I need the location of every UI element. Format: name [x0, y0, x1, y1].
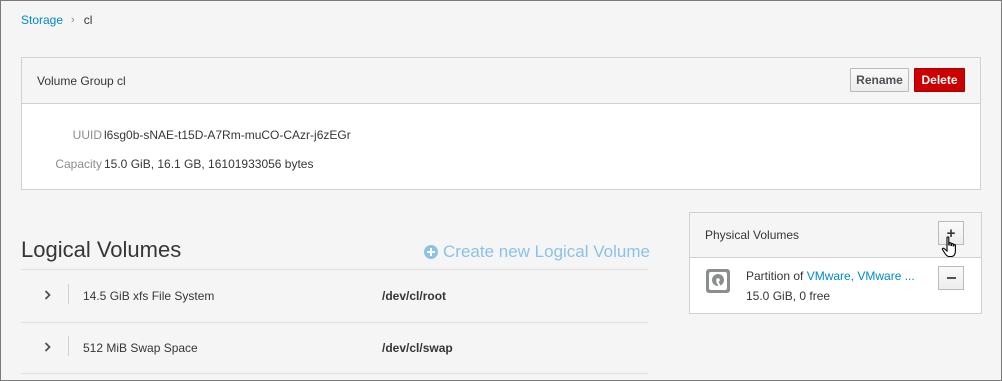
logical-volume-row[interactable]: 512 MiB Swap Space /dev/cl/swap: [21, 322, 648, 374]
uuid-value: l6sg0b-sNAE-t15D-A7Rm-muCO-CAzr-j6zEGr: [104, 128, 351, 142]
logical-volume-description: 512 MiB Swap Space: [83, 341, 198, 355]
create-logical-volume-link[interactable]: Create new Logical Volume: [424, 242, 650, 262]
volume-group-panel: Volume Group cl Rename Delete UUID l6sg0…: [21, 57, 981, 190]
physical-volume-size: 15.0 GiB, 0 free: [746, 289, 831, 303]
remove-physical-volume-button[interactable]: [938, 266, 964, 290]
logical-volume-row[interactable]: 14.5 GiB xfs File System /dev/cl/root: [21, 270, 648, 322]
add-physical-volume-button[interactable]: +: [938, 221, 964, 245]
logical-volume-device: /dev/cl/swap: [382, 341, 453, 355]
rename-button[interactable]: Rename: [850, 68, 909, 92]
logical-volume-description: 14.5 GiB xfs File System: [83, 289, 215, 303]
breadcrumb-separator: ›: [71, 14, 75, 26]
physical-volumes-header: Physical Volumes +: [690, 213, 981, 258]
minus-icon: [946, 277, 956, 279]
lv-divider: [21, 373, 648, 374]
delete-button[interactable]: Delete: [914, 68, 965, 92]
row-separator: [68, 284, 69, 304]
physical-volume-item: Partition of VMware, VMware ... 15.0 GiB…: [690, 258, 981, 313]
capacity-value: 15.0 GiB, 16.1 GB, 16101933056 bytes: [104, 157, 314, 171]
row-separator: [68, 336, 69, 356]
chevron-right-icon[interactable]: [44, 340, 52, 354]
uuid-label: UUID: [72, 128, 102, 142]
physical-volumes-panel: Physical Volumes + Partition of VMware, …: [689, 212, 982, 314]
volume-group-header: Volume Group cl Rename Delete: [22, 58, 980, 104]
chevron-right-icon[interactable]: [44, 288, 52, 302]
capacity-label: Capacity: [55, 157, 102, 171]
disk-icon: [706, 269, 730, 293]
breadcrumb: Storage › cl: [21, 13, 92, 27]
breadcrumb-current: cl: [83, 13, 93, 27]
breadcrumb-storage-link[interactable]: Storage: [21, 13, 63, 27]
physical-volume-prefix: Partition of: [746, 269, 807, 283]
physical-volumes-title: Physical Volumes: [705, 228, 800, 242]
physical-volume-name: Partition of VMware, VMware ...: [746, 269, 915, 283]
storage-page: Storage › cl Volume Group cl Rename Dele…: [0, 0, 1002, 381]
volume-group-title: Volume Group cl: [37, 74, 126, 88]
create-logical-volume-label: Create new Logical Volume: [443, 242, 650, 261]
physical-volume-link[interactable]: VMware, VMware ...: [807, 269, 915, 283]
plus-circle-icon: [424, 245, 438, 259]
logical-volume-device: /dev/cl/root: [382, 289, 447, 303]
logical-volumes-title: Logical Volumes: [21, 237, 182, 262]
